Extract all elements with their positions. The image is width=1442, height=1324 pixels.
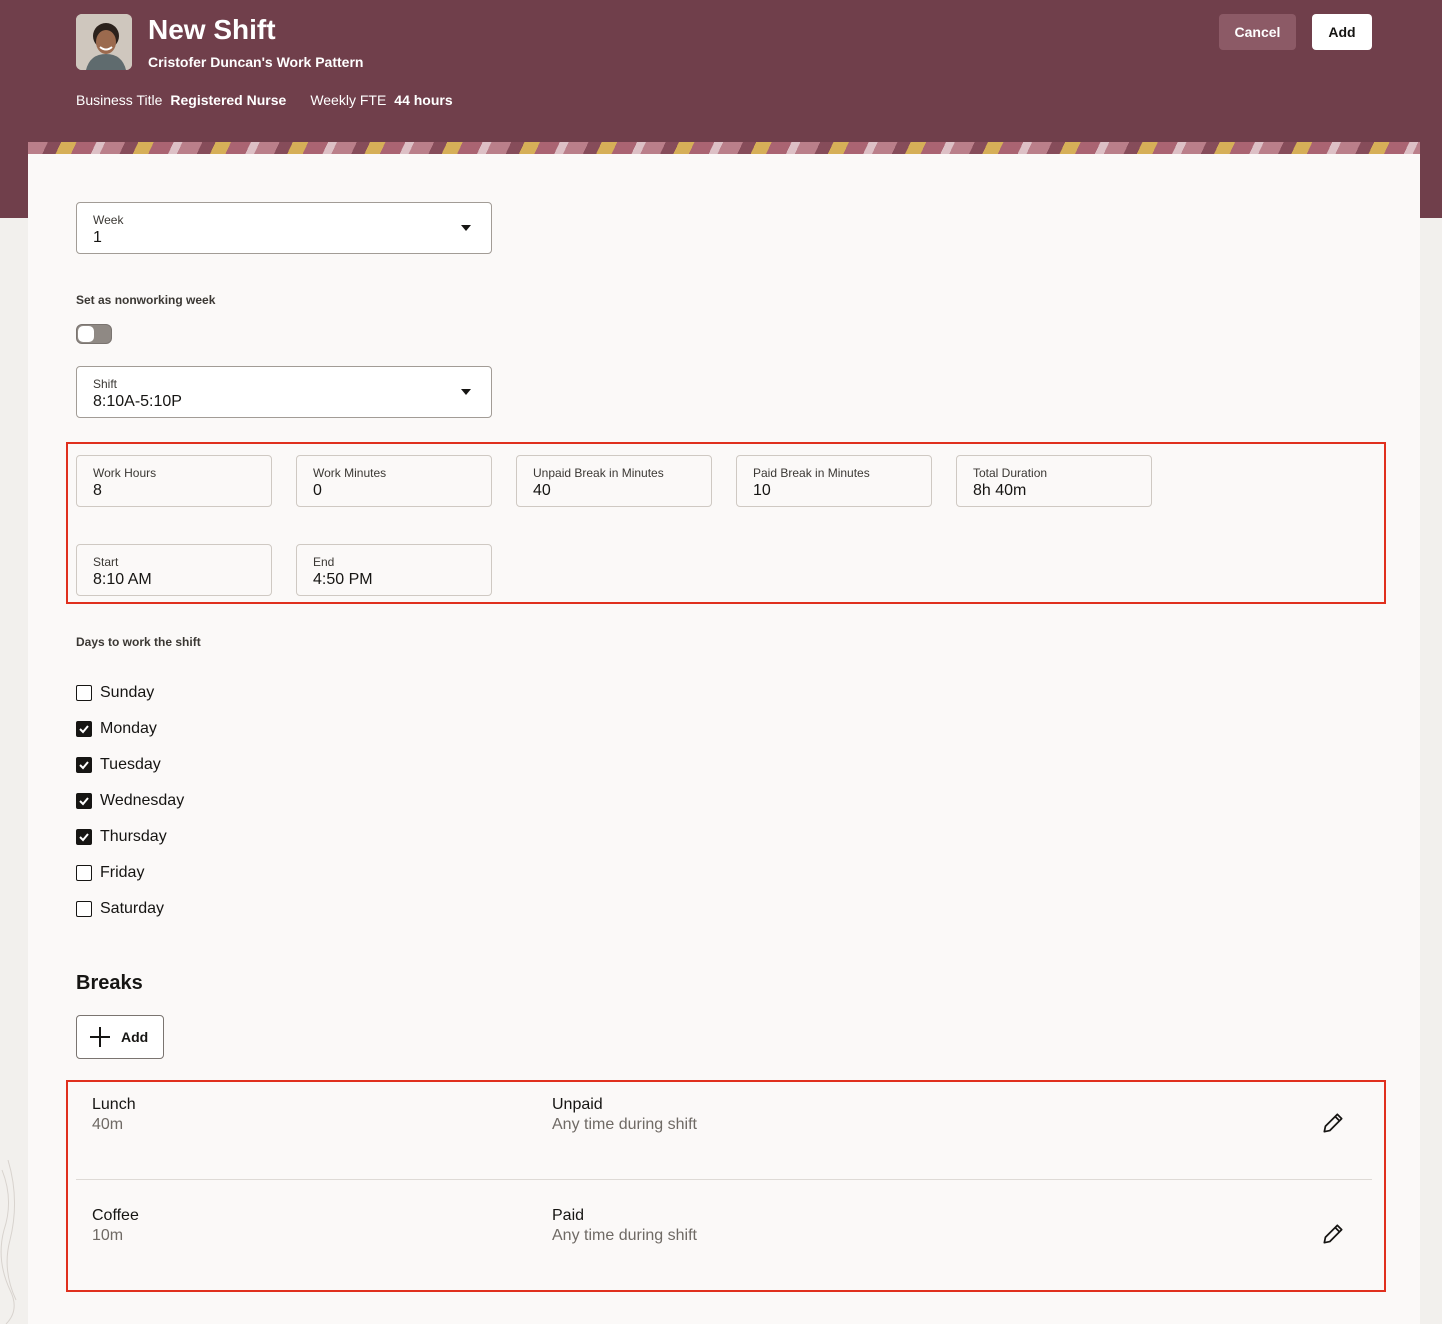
- business-title-value: Registered Nurse: [170, 92, 287, 108]
- chevron-down-icon: [461, 225, 471, 231]
- break-duration: 10m: [92, 1227, 124, 1244]
- paid-break-field: Paid Break in Minutes 10: [736, 455, 932, 507]
- row-divider: [76, 1179, 1372, 1180]
- day-label: Sunday: [100, 684, 155, 701]
- page-subtitle: Cristofer Duncan's Work Pattern: [148, 54, 364, 70]
- checkbox-icon[interactable]: [76, 829, 92, 845]
- break-type: Unpaid: [552, 1096, 603, 1113]
- day-label: Tuesday: [100, 756, 161, 773]
- background-pattern: [0, 1160, 17, 1324]
- work-hours-label: Work Hours: [93, 466, 157, 480]
- day-label: Saturday: [100, 900, 165, 917]
- break-row: Lunch 40m Unpaid Any time during shift: [76, 1080, 1372, 1180]
- break-name: Lunch: [92, 1096, 136, 1113]
- work-hours-field: Work Hours 8: [76, 455, 272, 507]
- days-label: Days to work the shift: [76, 635, 201, 649]
- work-minutes-value: 0: [313, 482, 322, 499]
- plus-icon: [90, 1027, 110, 1047]
- nonworking-week-label: Set as nonworking week: [76, 293, 216, 307]
- paid-break-value: 10: [753, 482, 771, 499]
- business-title: Business Title Registered Nurse: [76, 92, 286, 108]
- week-label: Week: [93, 213, 124, 227]
- unpaid-break-field: Unpaid Break in Minutes 40: [516, 455, 712, 507]
- shift-select[interactable]: Shift 8:10A-5:10P: [76, 366, 492, 418]
- avatar: [76, 14, 132, 70]
- day-checkbox-tuesday[interactable]: Tuesday: [76, 756, 161, 774]
- day-checkbox-monday[interactable]: Monday: [76, 720, 157, 738]
- day-checkbox-sunday[interactable]: Sunday: [76, 684, 154, 702]
- work-hours-value: 8: [93, 482, 102, 499]
- break-when: Any time during shift: [552, 1227, 697, 1244]
- checkbox-icon[interactable]: [76, 865, 92, 881]
- checkbox-icon[interactable]: [76, 757, 92, 773]
- unpaid-break-value: 40: [533, 482, 551, 499]
- day-label: Friday: [100, 864, 145, 881]
- checkbox-icon[interactable]: [76, 721, 92, 737]
- day-label: Wednesday: [100, 792, 185, 809]
- start-field: Start 8:10 AM: [76, 544, 272, 596]
- checkbox-icon[interactable]: [76, 685, 92, 701]
- day-label: Monday: [100, 720, 157, 737]
- day-checkbox-friday[interactable]: Friday: [76, 864, 144, 882]
- page-title: New Shift: [148, 14, 276, 45]
- add-button[interactable]: Add: [1312, 14, 1372, 50]
- day-label: Thursday: [100, 828, 167, 845]
- total-duration-label: Total Duration: [973, 466, 1048, 480]
- weekly-fte-value: 44 hours: [394, 92, 453, 108]
- nonworking-week-toggle[interactable]: [76, 324, 112, 344]
- week-value: 1: [93, 229, 102, 246]
- pencil-icon[interactable]: [1320, 1110, 1346, 1136]
- start-value: 8:10 AM: [93, 571, 152, 588]
- day-checkbox-saturday[interactable]: Saturday: [76, 900, 164, 918]
- unpaid-break-label: Unpaid Break in Minutes: [533, 466, 664, 480]
- day-checkbox-wednesday[interactable]: Wednesday: [76, 792, 184, 810]
- cancel-button[interactable]: Cancel: [1219, 14, 1296, 50]
- add-break-button[interactable]: Add: [76, 1015, 164, 1059]
- break-name: Coffee: [92, 1207, 139, 1224]
- shift-label: Shift: [93, 377, 118, 391]
- pencil-icon[interactable]: [1320, 1221, 1346, 1247]
- header-meta: Business Title Registered Nurse Weekly FT…: [76, 92, 453, 108]
- break-type: Paid: [552, 1207, 585, 1224]
- work-minutes-label: Work Minutes: [313, 466, 387, 480]
- toggle-knob: [78, 326, 94, 342]
- chevron-down-icon: [461, 389, 471, 395]
- day-checkbox-thursday[interactable]: Thursday: [76, 828, 167, 846]
- weekly-fte: Weekly FTE 44 hours: [310, 92, 452, 108]
- shift-value: 8:10A-5:10P: [93, 393, 182, 410]
- start-label: Start: [93, 555, 119, 569]
- checkbox-icon[interactable]: [76, 901, 92, 917]
- business-title-label: Business Title: [76, 92, 163, 108]
- weekly-fte-label: Weekly FTE: [310, 92, 387, 108]
- end-value: 4:50 PM: [313, 571, 373, 588]
- work-minutes-field: Work Minutes 0: [296, 455, 492, 507]
- break-when: Any time during shift: [552, 1116, 697, 1133]
- total-duration-field: Total Duration 8h 40m: [956, 455, 1152, 507]
- week-select[interactable]: Week 1: [76, 202, 492, 254]
- add-break-label: Add: [121, 1029, 149, 1045]
- checkbox-icon[interactable]: [76, 793, 92, 809]
- breaks-title: Breaks: [76, 972, 143, 994]
- total-duration-value: 8h 40m: [973, 482, 1027, 499]
- paid-break-label: Paid Break in Minutes: [753, 466, 870, 480]
- break-row: Coffee 10m Paid Any time during shift: [76, 1191, 1372, 1291]
- break-duration: 40m: [92, 1116, 124, 1133]
- end-field: End 4:50 PM: [296, 544, 492, 596]
- end-label: End: [313, 555, 335, 569]
